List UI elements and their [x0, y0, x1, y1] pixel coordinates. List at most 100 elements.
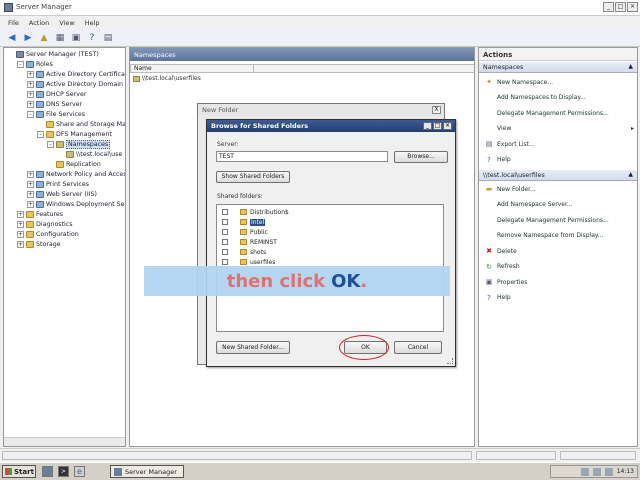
- browse-button[interactable]: Browse...: [394, 151, 448, 163]
- tree-expander[interactable]: [222, 219, 228, 225]
- shared-folder-item[interactable]: userfiles: [222, 258, 275, 266]
- clock[interactable]: 14:13: [617, 468, 634, 475]
- tree-item[interactable]: + Diagnostics: [17, 220, 73, 229]
- action-item[interactable]: ▬ New Folder...: [485, 185, 536, 193]
- action-item[interactable]: Add Namespace Server...: [485, 201, 573, 209]
- tree-item[interactable]: + Print Services: [27, 180, 89, 189]
- horizontal-scrollbar[interactable]: [4, 437, 125, 446]
- action-item[interactable]: ▤ Export List...: [485, 140, 535, 148]
- action-item[interactable]: ? Help: [485, 156, 511, 164]
- back-icon[interactable]: ◀: [6, 32, 18, 44]
- expand-icon[interactable]: +: [27, 201, 34, 208]
- expand-icon[interactable]: +: [27, 71, 34, 78]
- tree-item[interactable]: Share and Storage Mar: [37, 120, 125, 129]
- expand-icon[interactable]: +: [27, 81, 34, 88]
- menu-view[interactable]: View: [59, 19, 74, 27]
- close-icon[interactable]: X: [432, 106, 441, 114]
- tree-expander[interactable]: [222, 259, 228, 265]
- menu-file[interactable]: File: [8, 19, 19, 27]
- expand-icon[interactable]: +: [27, 171, 34, 178]
- tree-expander[interactable]: [222, 209, 228, 215]
- tree-item[interactable]: + Web Server (IIS): [27, 190, 97, 199]
- expand-icon[interactable]: +: [17, 231, 24, 238]
- network-icon[interactable]: [580, 467, 589, 476]
- tree-item[interactable]: - File Services: [27, 110, 85, 119]
- collapse-icon[interactable]: -: [37, 131, 44, 138]
- start-button[interactable]: Start: [2, 465, 36, 478]
- tree-item[interactable]: + Active Directory Certificate: [27, 70, 125, 79]
- action-item[interactable]: Delegate Management Permissions...: [485, 109, 609, 117]
- action-item[interactable]: ✦ New Namespace...: [485, 78, 553, 86]
- volume-icon[interactable]: [592, 467, 601, 476]
- action-item[interactable]: ? Help: [485, 294, 511, 302]
- tree-item[interactable]: + Network Policy and Access: [27, 170, 125, 179]
- action-item[interactable]: ✖ Delete: [485, 247, 517, 255]
- new-shared-folder-button[interactable]: New Shared Folder...: [216, 341, 290, 354]
- tree-item[interactable]: Server Manager (TEST): [7, 50, 99, 59]
- internet-explorer-icon[interactable]: e: [74, 466, 85, 477]
- shared-folder-item[interactable]: Intel: [222, 218, 266, 226]
- server-input[interactable]: TEST: [216, 151, 388, 162]
- taskbar-server-manager[interactable]: Server Manager: [110, 465, 184, 478]
- tree-item[interactable]: + Features: [17, 210, 63, 219]
- maximize-button[interactable]: □: [615, 2, 626, 12]
- shared-folder-item[interactable]: REMINST: [222, 238, 277, 246]
- properties-icon[interactable]: ▣: [70, 32, 82, 44]
- menu-action[interactable]: Action: [29, 19, 49, 27]
- tree-item[interactable]: \\test.local\use: [57, 150, 122, 159]
- collapse-arrow-icon[interactable]: ▲: [628, 63, 633, 70]
- tree-item[interactable]: - Namespaces: [47, 140, 111, 149]
- namespace-row[interactable]: \\test.local\userfiles: [133, 75, 201, 82]
- tree-expander[interactable]: [222, 239, 228, 245]
- collapse-icon[interactable]: -: [47, 141, 54, 148]
- show-tree-icon[interactable]: ▦: [54, 32, 66, 44]
- tree-item[interactable]: + DNS Server: [27, 100, 82, 109]
- column-header-name[interactable]: Name: [130, 64, 254, 73]
- expand-icon[interactable]: +: [17, 241, 24, 248]
- action-item[interactable]: Delegate Management Permissions...: [485, 216, 609, 224]
- tree-item[interactable]: + Windows Deployment Servi: [27, 200, 125, 209]
- minimize-button[interactable]: _: [423, 122, 432, 130]
- tree-item[interactable]: + Configuration: [17, 230, 79, 239]
- expand-icon[interactable]: +: [27, 181, 34, 188]
- up-folder-icon[interactable]: ▲: [38, 32, 50, 44]
- tree-expander[interactable]: [222, 229, 228, 235]
- tree-item[interactable]: - Roles: [17, 60, 53, 69]
- tree-item[interactable]: + Storage: [17, 240, 61, 249]
- minimize-button[interactable]: _: [603, 2, 614, 12]
- close-button[interactable]: ×: [443, 122, 452, 130]
- tree-item[interactable]: - DFS Management: [37, 130, 112, 139]
- expand-icon[interactable]: +: [27, 101, 34, 108]
- shared-folder-item[interactable]: shots: [222, 248, 266, 256]
- action-item[interactable]: ▣ Properties: [485, 278, 528, 286]
- actions-section-namespaces[interactable]: Namespaces ▲: [479, 62, 637, 73]
- tree-item[interactable]: + DHCP Server: [27, 90, 86, 99]
- expand-icon[interactable]: +: [17, 211, 24, 218]
- expand-icon[interactable]: +: [17, 221, 24, 228]
- collapse-icon[interactable]: -: [17, 61, 24, 68]
- security-icon[interactable]: [604, 467, 613, 476]
- tree-item[interactable]: Replication: [47, 160, 101, 169]
- command-prompt-icon[interactable]: >: [58, 466, 69, 477]
- actions-section-userfiles[interactable]: \\test.local\userfiles ▲: [479, 170, 637, 181]
- tree-item[interactable]: + Active Directory Domain Se: [27, 80, 125, 89]
- action-item[interactable]: Remove Namespace from Display...: [485, 232, 603, 240]
- maximize-button[interactable]: □: [433, 122, 442, 130]
- show-shared-folders-button[interactable]: Show Shared Folders: [216, 171, 290, 183]
- forward-icon[interactable]: ▶: [22, 32, 34, 44]
- help-icon[interactable]: ?: [86, 32, 98, 44]
- tree-expander[interactable]: [222, 249, 228, 255]
- expand-icon[interactable]: +: [27, 91, 34, 98]
- close-button[interactable]: ×: [627, 2, 638, 12]
- ok-button[interactable]: OK: [344, 341, 387, 354]
- shared-folder-item[interactable]: Distribution$: [222, 208, 289, 216]
- collapse-icon[interactable]: -: [27, 111, 34, 118]
- shared-folder-item[interactable]: Public: [222, 228, 268, 236]
- collapse-arrow-icon[interactable]: ▲: [628, 171, 633, 178]
- resize-grip[interactable]: [447, 358, 453, 364]
- action-item[interactable]: Add Namespaces to Display...: [485, 94, 586, 102]
- cancel-button[interactable]: Cancel: [394, 341, 442, 354]
- view-icon[interactable]: ▤: [102, 32, 114, 44]
- expand-icon[interactable]: +: [27, 191, 34, 198]
- menu-help[interactable]: Help: [85, 19, 100, 27]
